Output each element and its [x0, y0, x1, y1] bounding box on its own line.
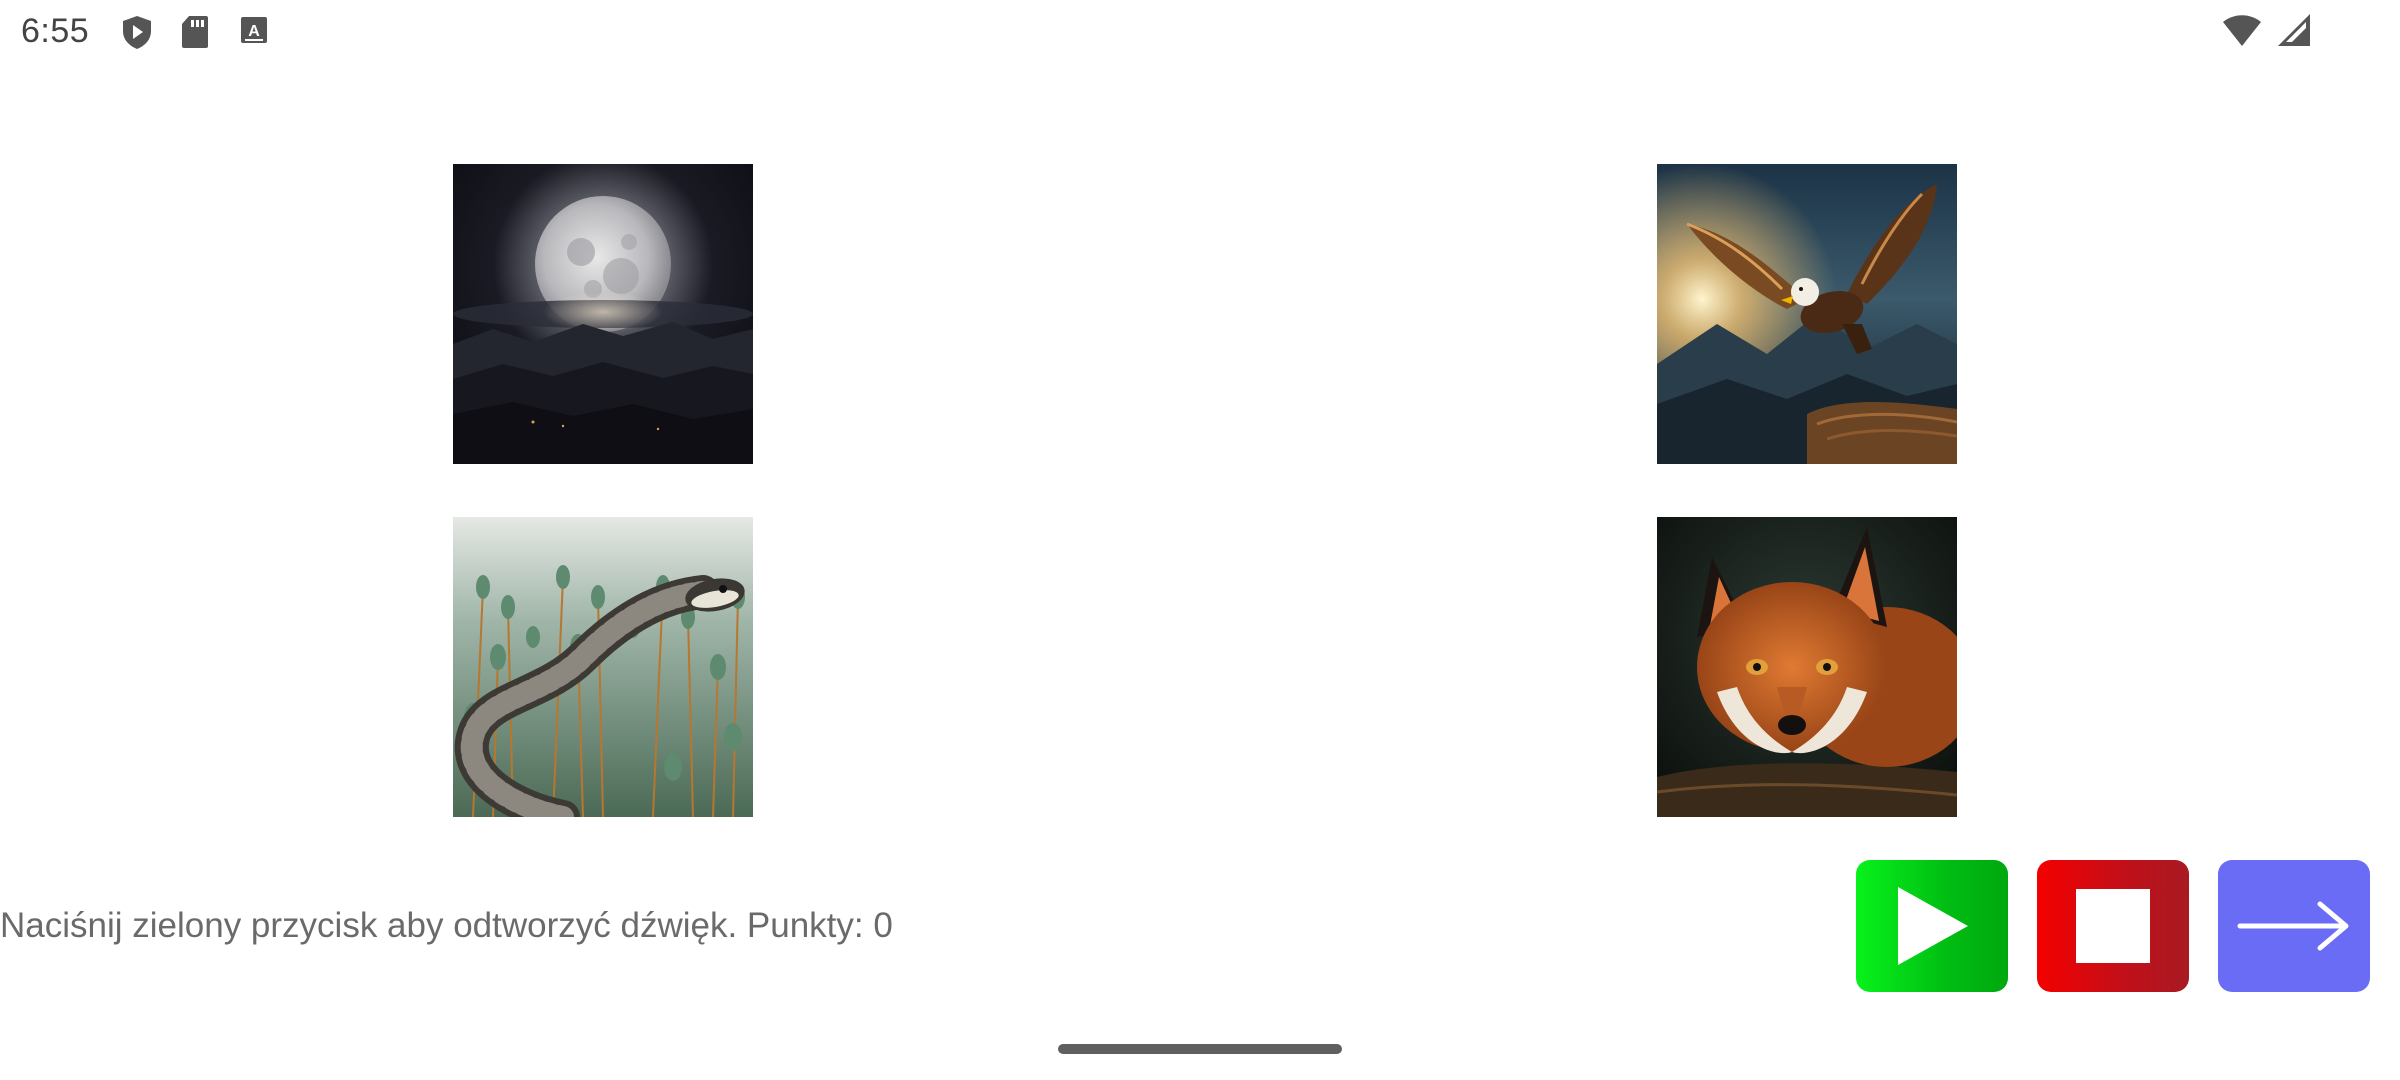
game-screen: 6:55 A Naciśnij zielony przycisk aby odt… [0, 0, 2400, 1080]
stop-sound-button[interactable] [2037, 860, 2189, 992]
cell-signal-icon [2276, 12, 2312, 48]
play-protect-icon [119, 14, 155, 50]
wifi-icon [2222, 12, 2262, 48]
stop-icon [2076, 889, 2150, 963]
image-snake[interactable] [453, 517, 753, 817]
image-moon[interactable] [453, 164, 753, 464]
arrow-right-icon [2237, 901, 2349, 951]
image-fox[interactable] [1657, 517, 1957, 817]
play-icon [1898, 887, 1968, 965]
sd-card-icon [180, 14, 210, 50]
image-eagle[interactable] [1657, 164, 1957, 464]
next-button[interactable] [2218, 860, 2370, 992]
play-sound-button[interactable] [1856, 860, 2008, 992]
gesture-nav-handle[interactable] [1058, 1044, 1342, 1054]
status-bar: 6:55 A [0, 0, 2400, 64]
clock: 6:55 [21, 12, 90, 50]
svg-text:A: A [248, 23, 260, 40]
keyboard-a-icon: A [240, 14, 268, 46]
instruction-text: Naciśnij zielony przycisk aby odtworzyć … [0, 906, 893, 945]
